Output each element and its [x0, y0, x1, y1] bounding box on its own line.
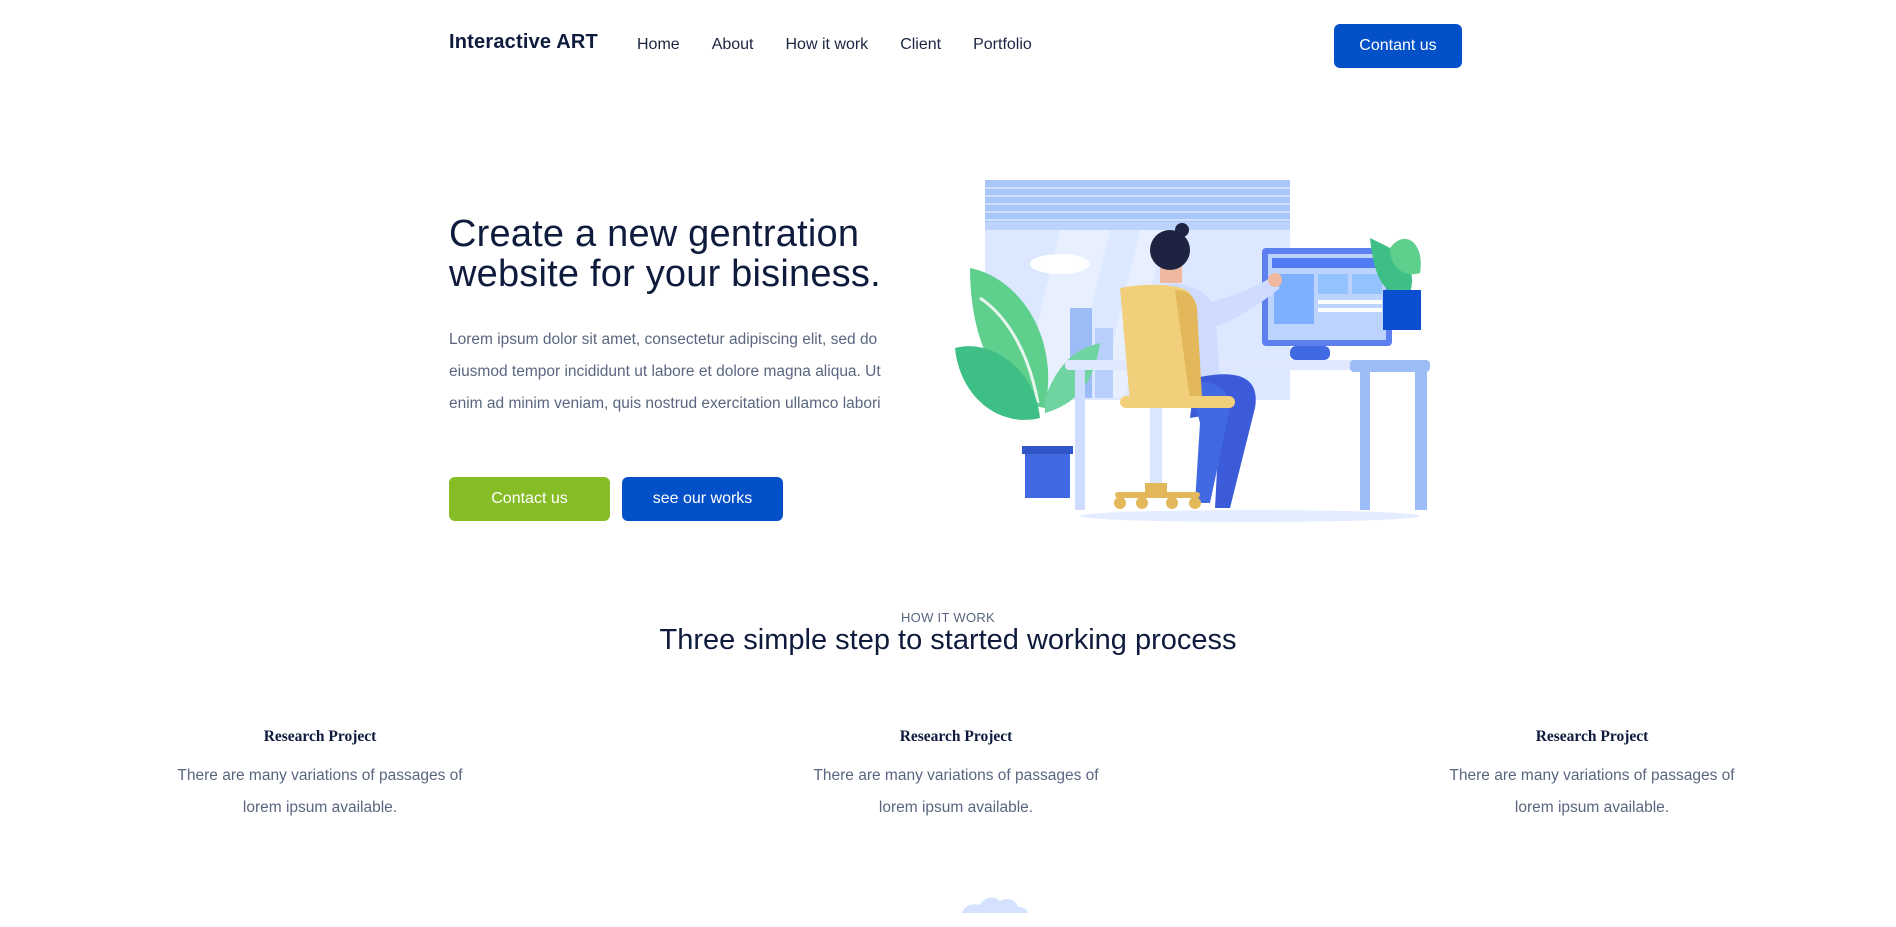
step-title: Research Project — [899, 728, 1013, 745]
section-kicker: HOW IT WORK — [900, 610, 996, 625]
nav-how-it-work[interactable]: How it work — [786, 36, 869, 54]
site-header: Interactive ART Home About How it work C… — [0, 0, 1896, 92]
nav-home[interactable]: Home — [637, 36, 680, 54]
step-card: Research Project There are many variatio… — [1442, 728, 1742, 824]
step-description: There are many variations of passages of… — [1449, 767, 1735, 816]
step-card: Research Project There are many variatio… — [806, 728, 1106, 824]
nav-client[interactable]: Client — [900, 36, 941, 54]
header-contact-button[interactable]: Contant us — [1334, 24, 1462, 68]
brand-logo[interactable]: Interactive ART — [449, 31, 598, 54]
section-title: Three simple step to started working pro… — [659, 624, 1237, 656]
step-title: Research Project — [1535, 728, 1649, 745]
nav-about[interactable]: About — [712, 36, 754, 54]
hero-description: Lorem ipsum dolor sit amet, consectetur … — [449, 331, 881, 412]
step-description: There are many variations of passages of… — [177, 767, 463, 816]
cloud-icon — [962, 897, 1028, 913]
step-description: There are many variations of passages of… — [813, 767, 1099, 816]
main-nav: Home About How it work Client Portfolio — [637, 36, 1064, 54]
hero-title: Create a new gentration website for your… — [449, 213, 881, 295]
person-working-at-desk-illustration — [955, 180, 1430, 522]
see-our-works-button[interactable]: see our works — [622, 477, 783, 521]
step-title: Research Project — [263, 728, 377, 745]
contact-us-button[interactable]: Contact us — [449, 477, 610, 521]
nav-portfolio[interactable]: Portfolio — [973, 36, 1032, 54]
hero-illustration — [950, 178, 1470, 530]
step-card: Research Project There are many variatio… — [170, 728, 470, 824]
